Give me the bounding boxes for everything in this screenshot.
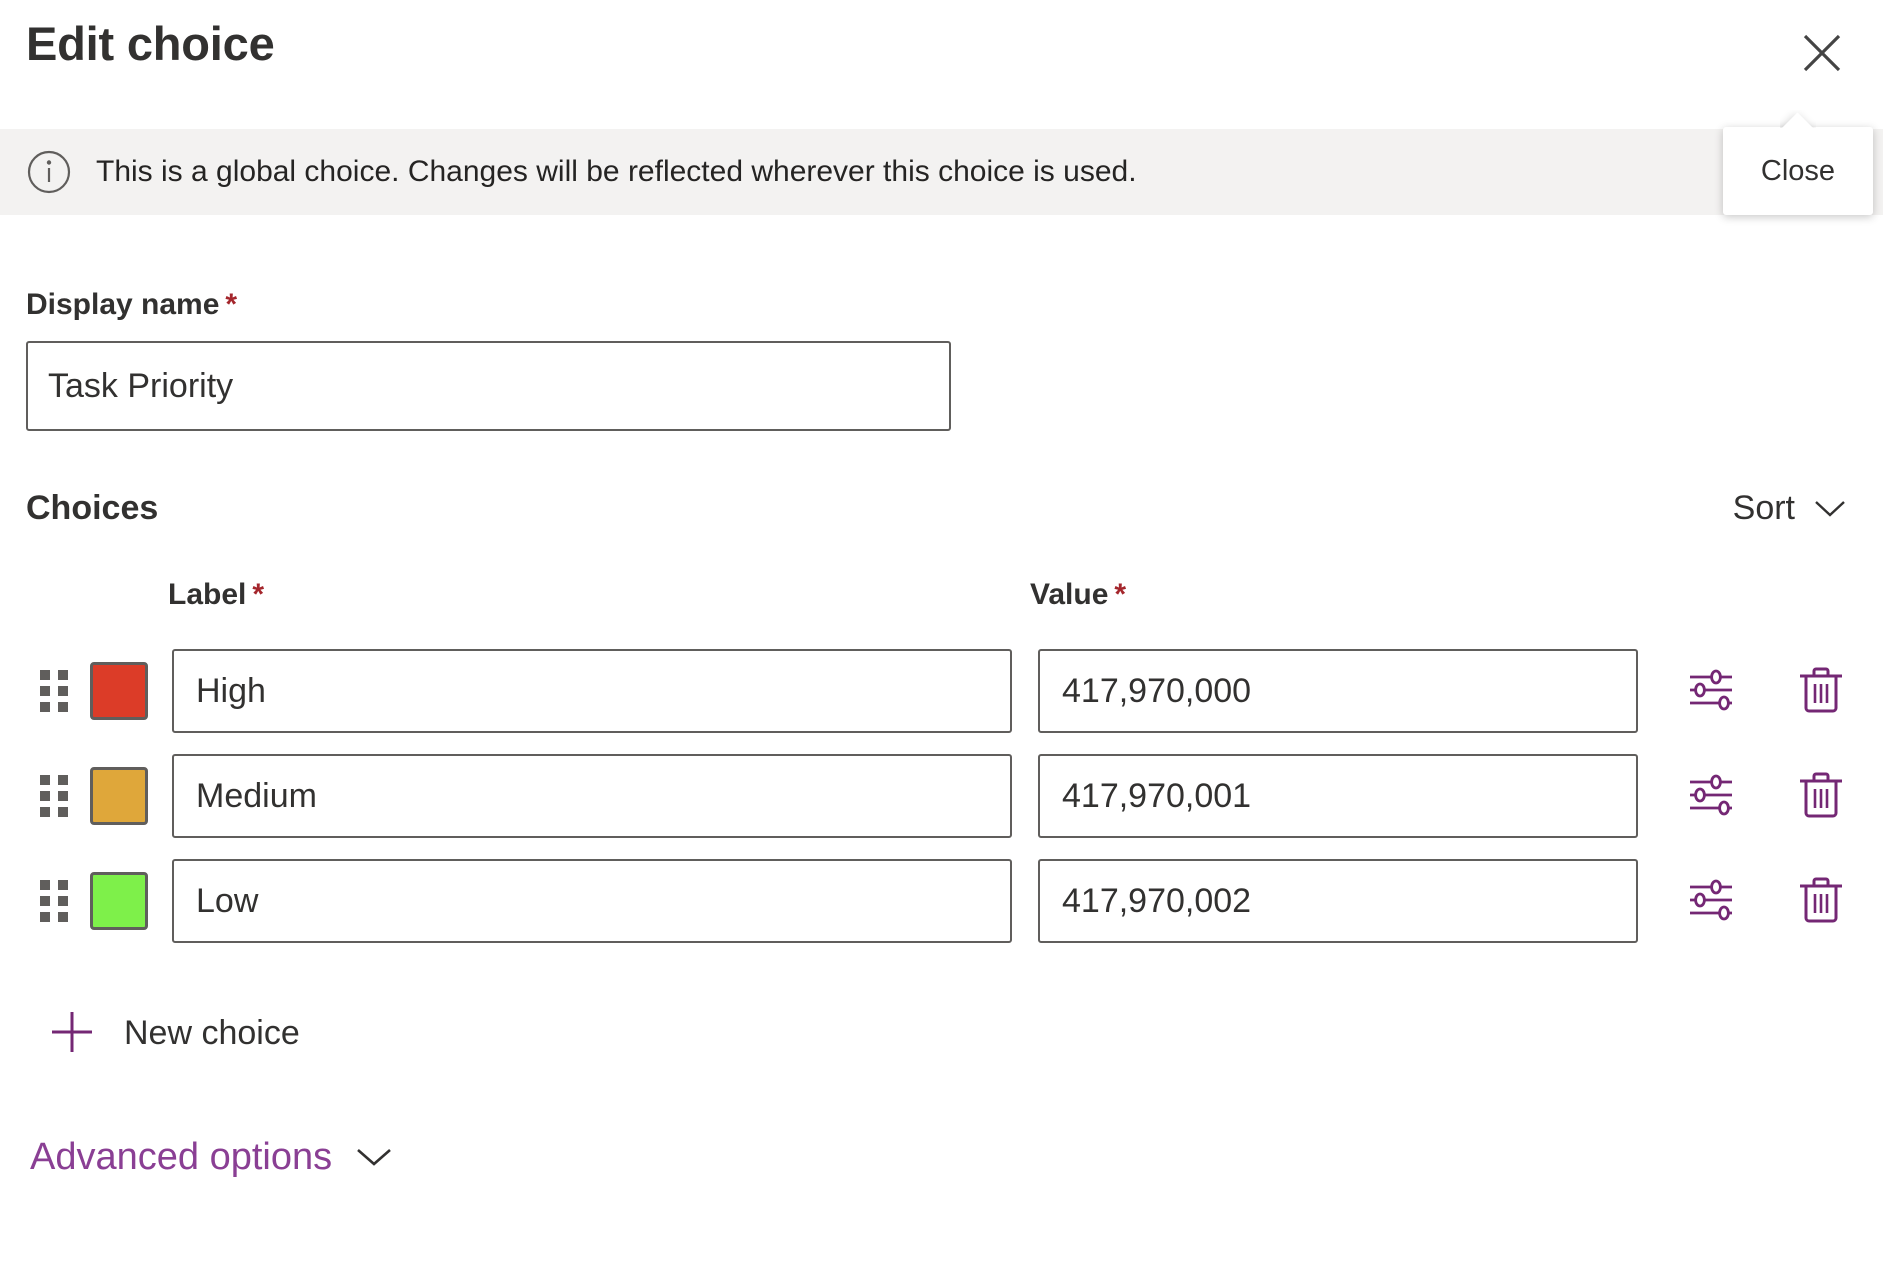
- trash-icon: [1796, 664, 1846, 719]
- label-required-marker: *: [252, 578, 264, 611]
- panel-header: Edit choice: [0, 0, 1883, 135]
- choices-title: Choices: [26, 489, 158, 528]
- advanced-options-label: Advanced options: [30, 1136, 332, 1179]
- trash-icon: [1796, 874, 1846, 929]
- color-swatch-button[interactable]: [90, 662, 148, 720]
- column-header-value: Value*: [1030, 578, 1126, 612]
- choice-delete-button[interactable]: [1790, 870, 1852, 932]
- value-required-marker: *: [1114, 578, 1126, 611]
- display-name-input[interactable]: [26, 341, 951, 431]
- choice-settings-button[interactable]: [1680, 765, 1742, 827]
- choice-value-input[interactable]: [1038, 649, 1638, 733]
- new-choice-label: New choice: [124, 1014, 300, 1053]
- choice-value-input[interactable]: [1038, 754, 1638, 838]
- drag-handle-icon[interactable]: [40, 775, 68, 817]
- column-header-label-text: Label: [168, 578, 246, 611]
- drag-handle-icon[interactable]: [40, 880, 68, 922]
- close-icon: [1798, 29, 1846, 77]
- display-name-required-marker: *: [225, 288, 237, 321]
- sliders-icon: [1685, 664, 1737, 719]
- close-button[interactable]: [1791, 22, 1853, 84]
- sliders-icon: [1685, 769, 1737, 824]
- trash-icon: [1796, 769, 1846, 824]
- display-name-label-text: Display name: [26, 288, 219, 321]
- choice-delete-button[interactable]: [1790, 660, 1852, 722]
- choice-value-input[interactable]: [1038, 859, 1638, 943]
- chevron-down-icon: [1813, 489, 1847, 528]
- info-circle-icon: [26, 149, 72, 195]
- choice-label-input[interactable]: [172, 754, 1012, 838]
- choice-row: [0, 647, 1883, 735]
- page-title: Edit choice: [26, 16, 275, 71]
- sort-label: Sort: [1733, 489, 1795, 528]
- choice-delete-button[interactable]: [1790, 765, 1852, 827]
- choice-label-input[interactable]: [172, 649, 1012, 733]
- column-header-label: Label*: [168, 578, 264, 612]
- new-choice-button[interactable]: New choice: [40, 998, 306, 1069]
- choice-label-input[interactable]: [172, 859, 1012, 943]
- plus-icon: [46, 1006, 98, 1061]
- info-message-text: This is a global choice. Changes will be…: [96, 155, 1137, 189]
- drag-handle-icon[interactable]: [40, 670, 68, 712]
- choice-settings-button[interactable]: [1680, 660, 1742, 722]
- advanced-options-toggle[interactable]: Advanced options: [26, 1132, 398, 1183]
- display-name-label: Display name*: [26, 288, 1883, 322]
- choices-header: Choices Sort: [26, 483, 1851, 534]
- sliders-icon: [1685, 874, 1737, 929]
- close-tooltip-text: Close: [1761, 155, 1835, 188]
- info-message-bar: This is a global choice. Changes will be…: [0, 129, 1883, 215]
- tooltip-arrow-icon: [1780, 110, 1816, 128]
- panel-body: Display name* Choices Sort Label* Value*: [0, 215, 1883, 1183]
- choice-settings-button[interactable]: [1680, 870, 1742, 932]
- color-swatch-button[interactable]: [90, 872, 148, 930]
- choices-column-headers: Label* Value*: [0, 578, 1883, 630]
- column-header-value-text: Value: [1030, 578, 1108, 611]
- close-tooltip: Close: [1723, 127, 1873, 215]
- sort-dropdown[interactable]: Sort: [1729, 483, 1851, 534]
- color-swatch-button[interactable]: [90, 767, 148, 825]
- chevron-down-icon: [354, 1144, 394, 1171]
- edit-choice-panel: Edit choice This is a global choice. Cha…: [0, 0, 1883, 1278]
- choice-row: [0, 752, 1883, 840]
- choice-row: [0, 857, 1883, 945]
